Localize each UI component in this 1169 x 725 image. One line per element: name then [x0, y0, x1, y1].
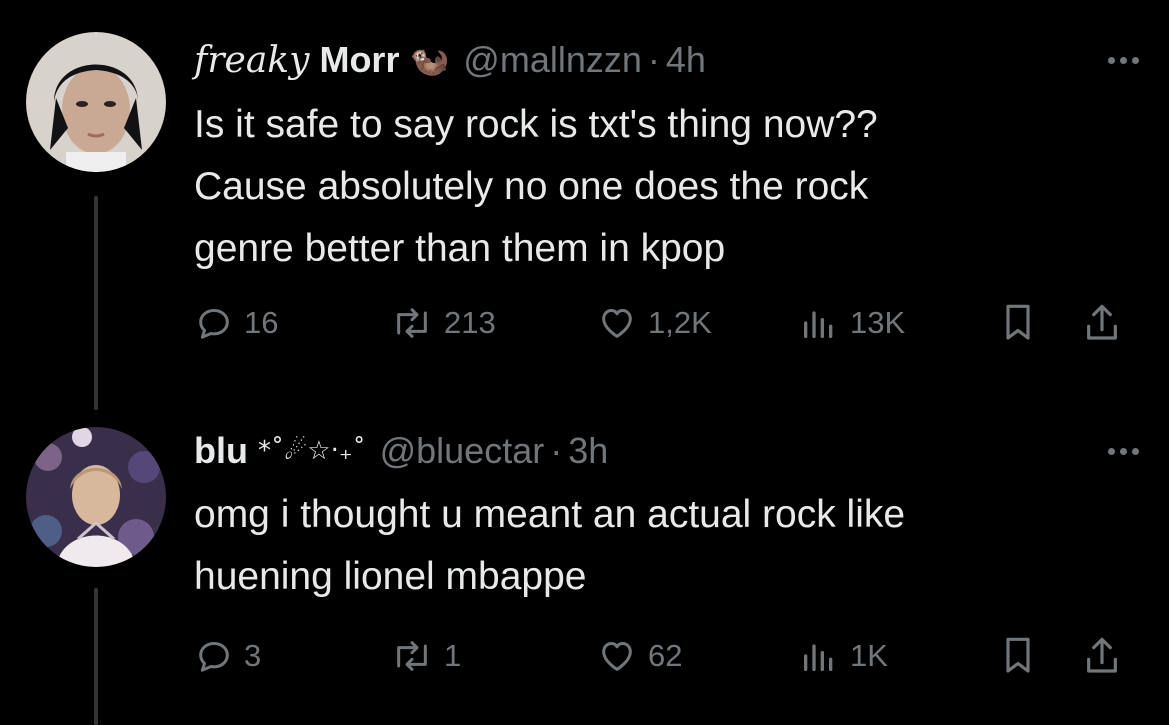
- tweet-text-line: omg i thought u meant an actual rock lik…: [194, 493, 906, 536]
- tweet-2[interactable]: blu *˚☄︎☆‧₊˚ @bluectar · 3h omg i though…: [0, 400, 1169, 725]
- reply-button[interactable]: 16: [194, 298, 278, 348]
- views-count: 13K: [850, 305, 906, 340]
- reply-count: 16: [244, 305, 279, 340]
- repost-button[interactable]: 1: [390, 631, 461, 681]
- views-button[interactable]: 1K: [798, 631, 888, 681]
- share-button[interactable]: [1082, 298, 1122, 348]
- bookmark-icon: [998, 301, 1038, 345]
- tweet-text: Is it safe to say rock is txt's thing no…: [194, 94, 1114, 280]
- tweet-header: freaky Morr 🦦 @mallnzzn · 4h: [194, 35, 1169, 85]
- timestamp[interactable]: 3h: [568, 430, 608, 472]
- tweet-text-line: Cause absolutely no one does the rock: [194, 165, 869, 208]
- more-dots-icon[interactable]: [1108, 50, 1139, 70]
- display-name[interactable]: blu *˚☄︎☆‧₊˚: [194, 430, 366, 472]
- speech-bubble-icon: [194, 636, 234, 676]
- tweet-text-line: genre better than them in kpop: [194, 227, 726, 270]
- heart-icon: [596, 303, 638, 343]
- heart-icon: [596, 636, 638, 676]
- tweet-1[interactable]: freaky Morr 🦦 @mallnzzn · 4h Is it safe …: [0, 0, 1169, 410]
- user-handle[interactable]: @bluectar: [380, 430, 545, 472]
- timestamp[interactable]: 4h: [666, 39, 706, 81]
- display-name-styled: freaky: [194, 39, 310, 81]
- share-upload-icon: [1082, 634, 1122, 678]
- action-bar: 3 1 62 1K: [194, 631, 1144, 681]
- like-count: 62: [648, 638, 683, 673]
- like-button[interactable]: 1,2K: [596, 298, 712, 348]
- reply-button[interactable]: 3: [194, 631, 261, 681]
- views-button[interactable]: 13K: [798, 298, 905, 348]
- repost-count: 213: [444, 305, 496, 340]
- bookmark-button[interactable]: [998, 631, 1038, 681]
- display-name[interactable]: freaky Morr 🦦: [194, 39, 449, 81]
- repost-arrows-icon: [390, 636, 434, 676]
- bookmark-icon: [998, 634, 1038, 678]
- like-button[interactable]: 62: [596, 631, 682, 681]
- bookmark-button[interactable]: [998, 298, 1038, 348]
- tweet-text-line: Is it safe to say rock is txt's thing no…: [194, 103, 878, 146]
- share-upload-icon: [1082, 301, 1122, 345]
- display-name-text: Morr: [319, 39, 400, 80]
- separator: ·: [550, 430, 563, 471]
- tweet-text-line: huening lionel mbappe: [194, 555, 587, 598]
- tweet-text: omg i thought u meant an actual rock lik…: [194, 484, 1114, 608]
- tweet-header: blu *˚☄︎☆‧₊˚ @bluectar · 3h: [194, 426, 1169, 476]
- speech-bubble-icon: [194, 303, 234, 343]
- avatar[interactable]: [26, 32, 166, 172]
- user-handle[interactable]: @mallnzzn: [463, 39, 642, 81]
- views-count: 1K: [850, 638, 888, 673]
- bar-chart-icon: [798, 636, 840, 676]
- avatar[interactable]: [26, 427, 166, 567]
- thread-line: [94, 196, 98, 410]
- name-decoration: *˚☄︎☆‧₊˚: [257, 436, 366, 466]
- bar-chart-icon: [798, 303, 840, 343]
- share-button[interactable]: [1082, 631, 1122, 681]
- like-count: 1,2K: [648, 305, 712, 340]
- otter-emoji: 🦦: [409, 42, 450, 78]
- action-bar: 16 213 1,2K 13K: [194, 298, 1144, 348]
- display-name-text: blu: [194, 430, 248, 471]
- repost-arrows-icon: [390, 303, 434, 343]
- separator: ·: [647, 39, 660, 80]
- thread-line: [94, 588, 98, 725]
- reply-count: 3: [244, 638, 262, 673]
- more-dots-icon[interactable]: [1108, 441, 1139, 461]
- repost-count: 1: [444, 638, 462, 673]
- repost-button[interactable]: 213: [390, 298, 496, 348]
